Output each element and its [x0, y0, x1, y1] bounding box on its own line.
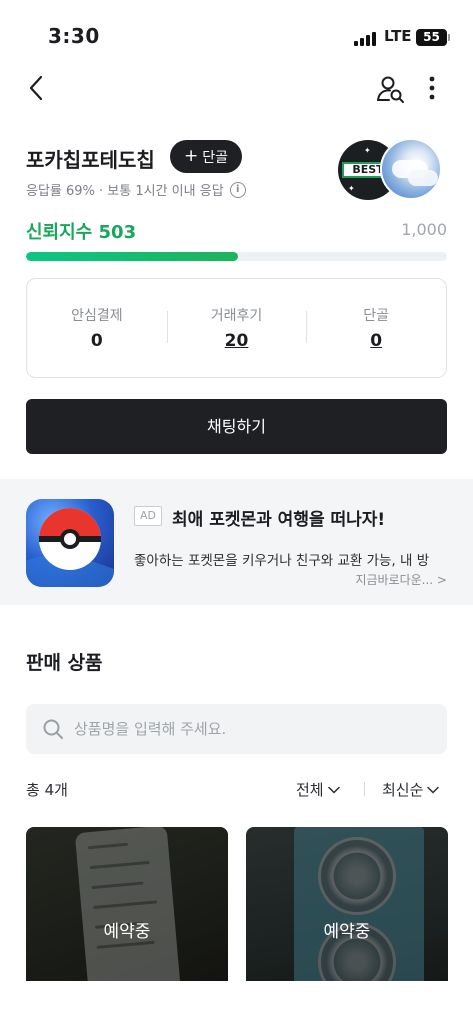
reserved-label: 예약중	[103, 922, 151, 942]
ad-banner[interactable]: AD 최애 포켓몬과 여행을 떠나자! 좋아하는 포켓몬을 키우거나 친구와 교…	[0, 479, 473, 605]
regular-button-label: 단골	[202, 149, 229, 166]
sort-label: 최신순	[382, 781, 424, 799]
stat-label: 안심결제	[71, 308, 123, 324]
chat-button[interactable]: 채팅하기	[26, 399, 447, 454]
product-card[interactable]: 예약중	[246, 827, 448, 981]
battery-tip	[448, 34, 450, 41]
divider	[364, 782, 365, 796]
ad-title: 최애 포켓몬과 여행을 떠나자!	[172, 510, 386, 530]
back-button[interactable]	[24, 72, 52, 104]
trust-progress-fill	[26, 252, 238, 261]
search-icon	[43, 719, 63, 739]
user-search-icon	[377, 76, 404, 103]
reserved-overlay	[246, 827, 448, 981]
profile-search-button[interactable]	[376, 74, 406, 104]
info-icon[interactable]: i	[229, 181, 246, 198]
stat-reviews[interactable]: 거래후기 20	[166, 305, 307, 351]
trust-progress-bar	[26, 252, 447, 261]
avatar[interactable]	[380, 138, 442, 200]
filter-label: 전체	[296, 781, 324, 799]
chevron-down-icon	[327, 786, 340, 794]
stat-safe-payment: 안심결제 0	[27, 305, 167, 351]
sort-dropdown[interactable]: 최신순	[382, 779, 440, 800]
shop-name: 포카칩포테도칩	[26, 148, 155, 172]
trust-label: 신뢰지수	[26, 222, 93, 243]
reserved-overlay	[26, 827, 228, 981]
stats-box: 안심결제 0 거래후기 20 단골 0	[26, 278, 447, 378]
pokeball-icon	[26, 508, 114, 587]
add-regular-button[interactable]: + 단골	[170, 140, 243, 173]
product-count: 총 4개	[26, 781, 68, 799]
ad-tag: AD	[134, 506, 162, 526]
battery-icon: 55	[416, 29, 447, 46]
star-icon: ✦	[364, 146, 371, 155]
chevron-down-icon	[427, 786, 440, 794]
network-label: LTE	[384, 27, 412, 45]
product-search-input[interactable]	[74, 720, 414, 738]
trust-max: 1,000	[401, 220, 447, 239]
product-search-bar[interactable]	[26, 704, 447, 754]
avatar-cloud	[408, 170, 438, 186]
ad-download-link[interactable]: 지금바로다운... >	[355, 571, 447, 588]
response-info: 응답률 69% · 보통 1시간 이내 응답 i	[26, 180, 246, 199]
more-button[interactable]	[420, 74, 444, 104]
regulars-count-link[interactable]: 0	[306, 331, 446, 351]
section-title: 판매 상품	[26, 652, 103, 674]
pokeball-app-icon	[26, 499, 114, 587]
stat-label: 단골	[363, 308, 390, 324]
more-vertical-icon	[429, 76, 435, 100]
trust-value: 503	[98, 222, 137, 243]
stat-regulars[interactable]: 단골 0	[306, 305, 446, 351]
reviews-count-link[interactable]: 20	[167, 331, 307, 351]
plus-icon: +	[184, 146, 199, 166]
status-bar: 3:30 LTE 55	[0, 0, 473, 64]
chevron-left-icon	[29, 75, 43, 101]
star-icon: ✦	[348, 184, 355, 193]
status-time: 3:30	[48, 24, 100, 48]
ad-description: 좋아하는 포켓몬을 키우거나 친구와 교환 가능, 내 방	[134, 553, 430, 569]
trust-score: 신뢰지수 503	[26, 218, 136, 244]
product-card[interactable]: 예약중	[26, 827, 228, 981]
reserved-label: 예약중	[323, 922, 371, 942]
response-text: 응답률 69% · 보통 1시간 이내 응답	[26, 184, 224, 199]
filter-dropdown[interactable]: 전체	[296, 779, 340, 800]
stat-value: 0	[90, 331, 103, 351]
stat-label: 거래후기	[210, 308, 263, 324]
signal-icon	[354, 32, 380, 46]
